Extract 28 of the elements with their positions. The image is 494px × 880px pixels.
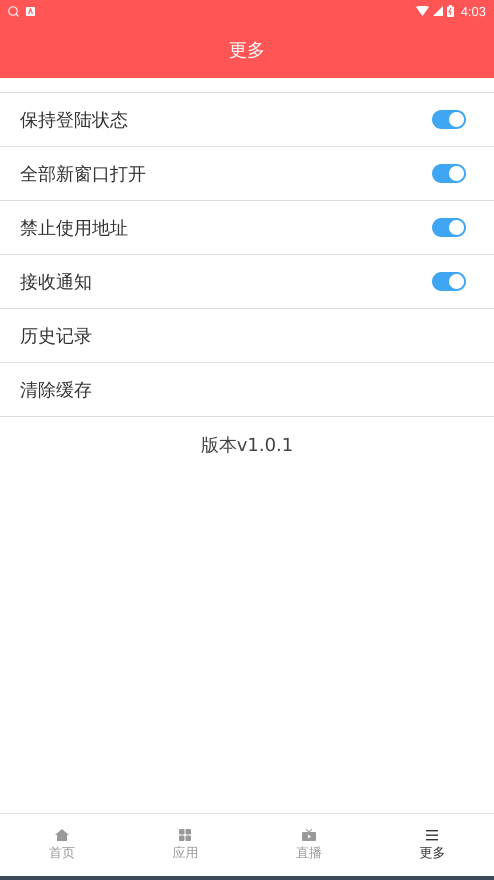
settings-row[interactable]: 保持登陆状态 (0, 93, 494, 147)
menu-icon (425, 828, 440, 840)
toggle-switch[interactable] (432, 218, 466, 237)
toggle-switch[interactable] (432, 272, 466, 291)
settings-row[interactable]: 历史记录 (0, 309, 494, 363)
toggle-switch[interactable] (432, 110, 466, 129)
signal-icon (432, 6, 443, 16)
settings-row[interactable]: 清除缓存 (0, 363, 494, 417)
setting-label: 接收通知 (20, 270, 92, 294)
version-text: 版本v1.0.1 (200, 434, 294, 457)
setting-label: 清除缓存 (20, 378, 92, 402)
home-icon (54, 828, 69, 840)
settings-row[interactable]: 接收通知 (0, 255, 494, 309)
toggle-switch[interactable] (432, 164, 466, 183)
settings-row[interactable]: 全部新窗口打开 (0, 147, 494, 201)
setting-label: 历史记录 (20, 324, 92, 348)
grid-icon (178, 828, 192, 840)
tv-icon (302, 828, 316, 840)
wifi-icon (416, 6, 429, 16)
page-title: 更多 (229, 39, 265, 62)
settings-row[interactable]: 禁止使用地址 (0, 201, 494, 255)
setting-label: 全部新窗口打开 (20, 162, 146, 186)
app-notification-icon (26, 6, 35, 16)
status-time: 4:03 (460, 4, 486, 18)
setting-label: 禁止使用地址 (20, 216, 128, 240)
setting-label: 保持登陆状态 (20, 108, 128, 132)
battery-icon (446, 5, 454, 17)
tab-item[interactable]: 更多 (370, 814, 494, 876)
